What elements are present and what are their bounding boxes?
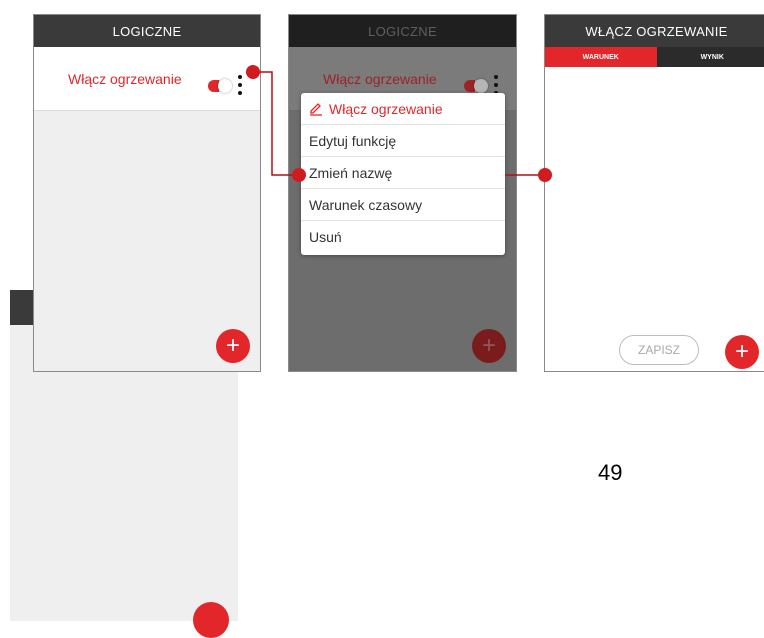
kebab-menu-icon[interactable] [238,75,242,95]
kebab-menu-icon [494,75,498,95]
menu-item-time-condition[interactable]: Warunek czasowy [301,189,505,221]
tab-condition[interactable]: WARUNEK [545,47,657,67]
toggle-knob [474,79,488,93]
save-button[interactable]: ZAPISZ [619,335,699,365]
menu-item-edit-function[interactable]: Edytuj funkcję [301,125,505,157]
menu-item-label: Włącz ogrzewanie [329,101,443,117]
page-title: WŁĄCZ OGRZEWANIE [545,15,764,47]
page-number: 49 [598,460,622,486]
toggle-knob [218,79,232,93]
tab-bar: WARUNEK WYNIK [545,47,764,67]
background-add-button [193,602,229,638]
screen-logic-list: LOGICZNE Włącz ogrzewanie + [33,14,261,372]
add-button: + [472,329,506,363]
menu-item-rename[interactable]: Zmień nazwę [301,157,505,189]
screen-logic-context-menu: LOGICZNE Włącz ogrzewanie Włącz ogrzewan… [288,14,517,372]
list-item-label: Włącz ogrzewanie [68,71,182,87]
add-button[interactable]: + [725,335,759,369]
menu-item-rename-header[interactable]: Włącz ogrzewanie [301,93,505,125]
menu-item-delete[interactable]: Usuń [301,221,505,253]
pencil-icon [309,102,323,116]
screen-function-editor: WŁĄCZ OGRZEWANIE WARUNEK WYNIK ZAPISZ + [544,14,764,372]
list-item-heating[interactable]: Włącz ogrzewanie [34,47,260,111]
page-title: LOGICZNE [289,15,516,47]
page-title: LOGICZNE [34,15,260,47]
toggle-icon [464,80,486,92]
list-item-label: Włącz ogrzewanie [323,71,437,87]
tab-result[interactable]: WYNIK [657,47,764,67]
toggle-icon[interactable] [208,80,230,92]
context-menu: Włącz ogrzewanie Edytuj funkcję Zmień na… [301,93,505,255]
add-button[interactable]: + [216,329,250,363]
